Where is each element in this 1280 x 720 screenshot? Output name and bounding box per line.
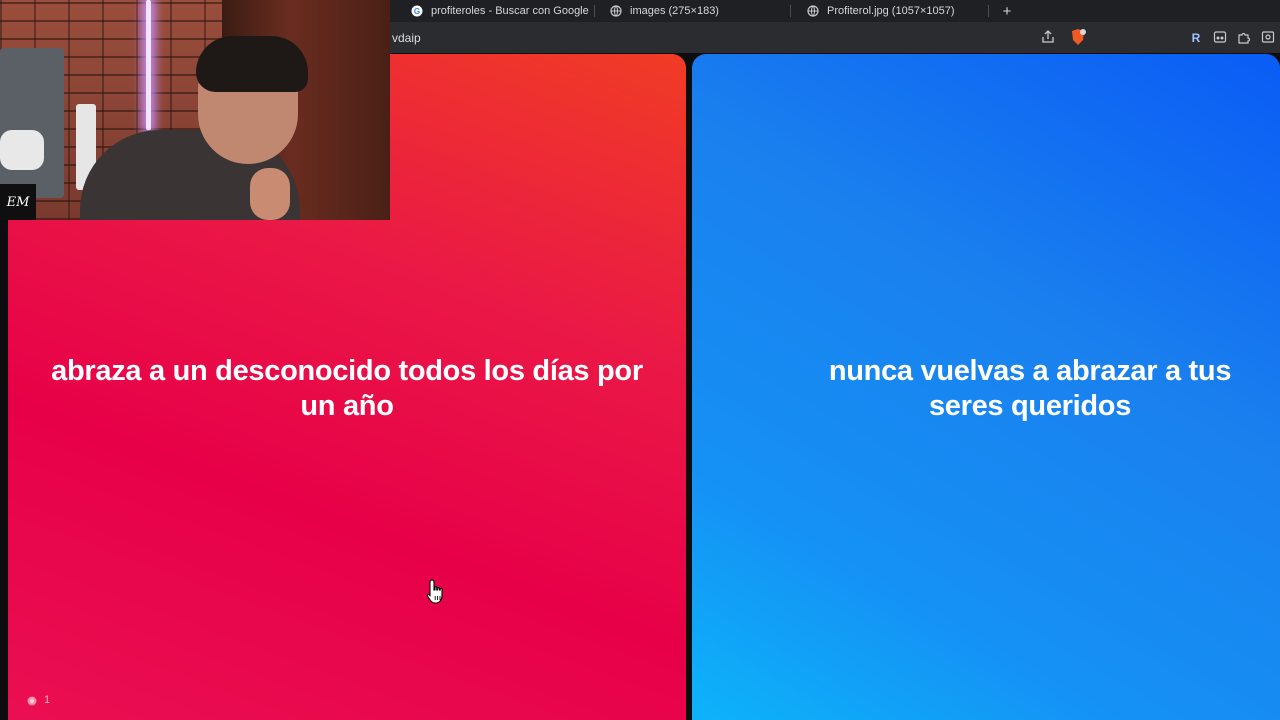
tab-google-search[interactable]: G profiteroles - Buscar con Google [411, 0, 589, 22]
puzzle-extensions-icon[interactable] [1236, 29, 1252, 45]
tab-title: Profiterol.jpg (1057×1057) [827, 5, 955, 17]
extension-r-icon[interactable]: R [1188, 29, 1204, 45]
webcam-overlay: EM [0, 0, 390, 220]
vote-count-label: 1 [44, 694, 51, 706]
tab-title: images (275×183) [630, 5, 719, 17]
page-left-edge [0, 220, 8, 720]
globe-icon [610, 5, 622, 17]
url-text[interactable]: vdaip [392, 22, 421, 53]
tab-separator [594, 5, 595, 17]
screenshot-icon[interactable] [1260, 29, 1276, 45]
webcam-person-hand [250, 168, 290, 220]
streamer-logo: EM [0, 184, 36, 220]
vote-count: 1 [26, 694, 50, 706]
hand-cursor-icon [426, 579, 443, 604]
tab-title: profiteroles - Buscar con Google [431, 5, 589, 17]
new-tab-button[interactable]: + [999, 0, 1015, 22]
tab-images[interactable]: images (275×183) [610, 0, 719, 22]
option-right-text: nunca vuelvas a abrazar a tus seres quer… [828, 355, 1232, 422]
option-card-right[interactable]: nunca vuelvas a abrazar a tus seres quer… [692, 54, 1280, 720]
svg-text:G: G [414, 7, 420, 16]
google-icon: G [411, 5, 423, 17]
svg-text:R: R [1192, 31, 1201, 44]
flame-icon [27, 696, 37, 706]
webcam-neon-light [146, 0, 151, 130]
brave-shield-icon[interactable] [1069, 28, 1087, 46]
globe-icon [807, 5, 819, 17]
webcam-pillow [0, 130, 44, 170]
share-icon[interactable] [1040, 29, 1056, 45]
webcam-sofa [0, 48, 64, 198]
tab-profiterol-jpg[interactable]: Profiterol.jpg (1057×1057) [807, 0, 955, 22]
webcam-person-hair [196, 36, 308, 92]
tab-separator [790, 5, 791, 17]
reader-icon[interactable] [1212, 29, 1228, 45]
option-left-text: abraza a un desconocido todos los días p… [51, 355, 643, 422]
tab-separator [988, 5, 989, 17]
